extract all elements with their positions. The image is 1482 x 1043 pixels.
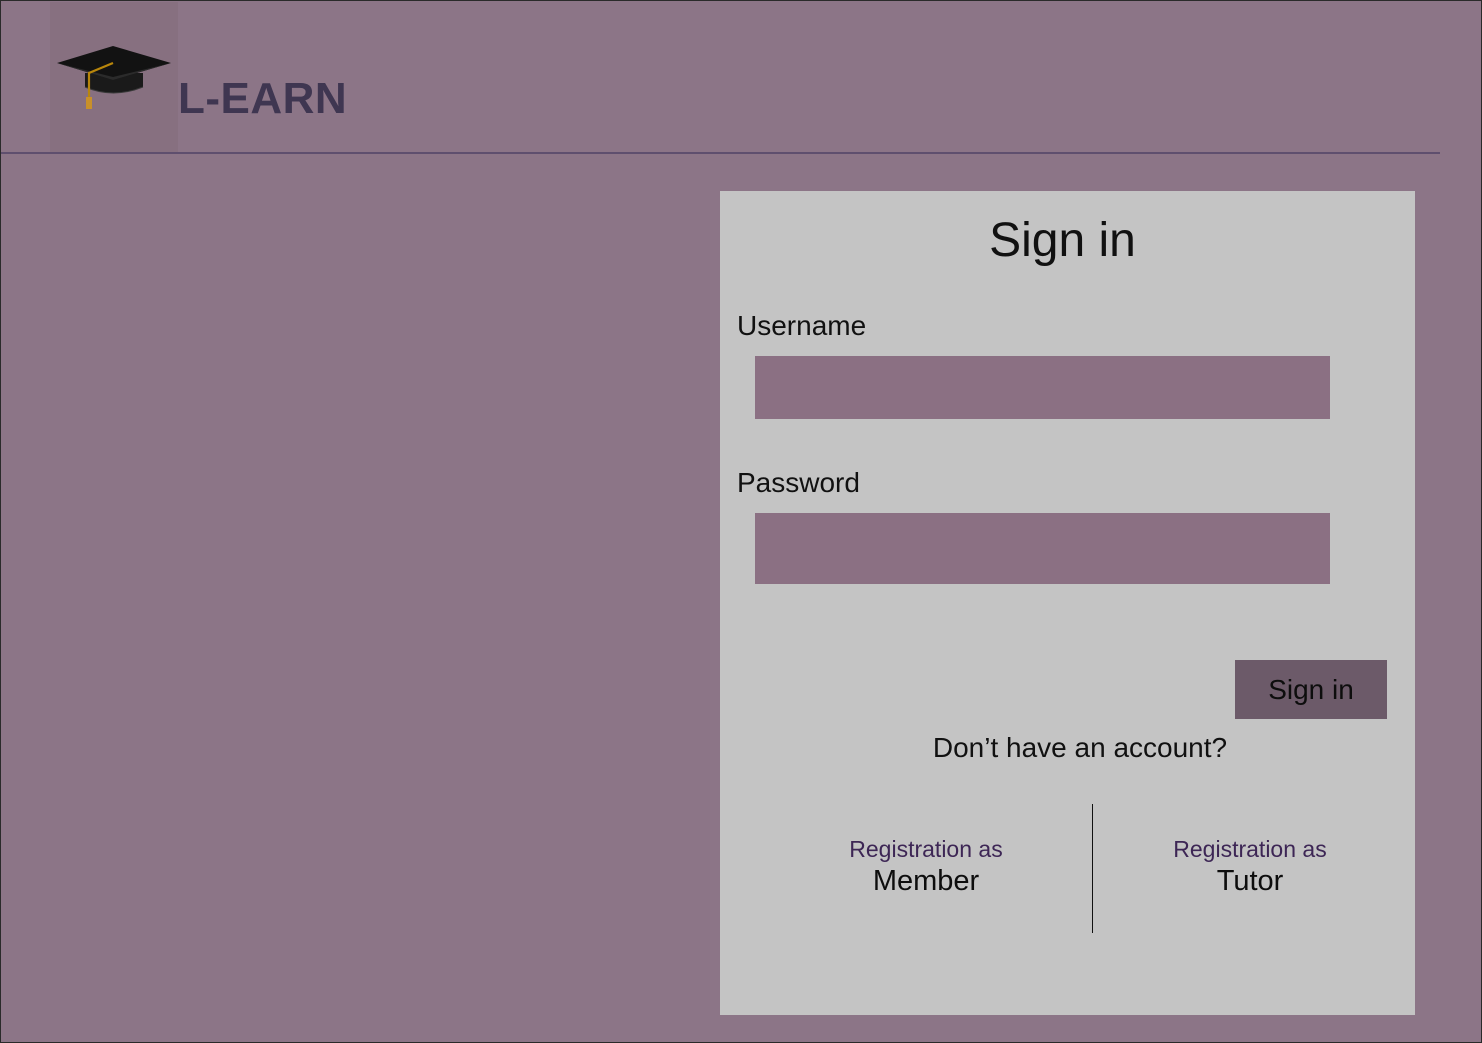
username-input[interactable] [755, 356, 1330, 419]
graduation-cap-icon [57, 46, 171, 109]
username-label: Username [737, 310, 867, 341]
register-member-link[interactable]: Registration as Member [796, 836, 1056, 898]
register-member-role: Member [872, 864, 980, 897]
page: L-EARN Sign in Username Password Sign in… [0, 0, 1482, 1043]
header-divider [1, 152, 1440, 154]
registration-divider [1092, 804, 1093, 933]
signin-button[interactable]: Sign in [1235, 660, 1387, 719]
register-tutor-role: Tutor [1216, 864, 1284, 897]
password-input[interactable] [755, 513, 1330, 584]
brand-title: L-EARN [178, 74, 348, 123]
register-member-prefix: Registration as [849, 836, 1003, 862]
signin-card: Sign in Username Password Sign in Don’t … [720, 191, 1415, 1015]
register-tutor-link[interactable]: Registration as Tutor [1120, 836, 1380, 898]
register-tutor-prefix: Registration as [1173, 836, 1327, 862]
no-account-text: Don’t have an account? [932, 732, 1228, 763]
signin-title: Sign in [989, 214, 1136, 267]
password-label: Password [737, 467, 860, 498]
